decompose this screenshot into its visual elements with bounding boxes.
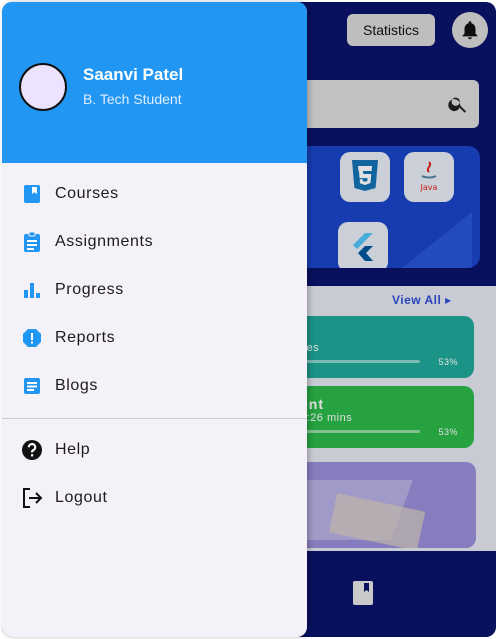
user-role: B. Tech Student (83, 91, 182, 107)
book-icon (20, 182, 44, 206)
menu-item-assignments[interactable]: Assignments (2, 218, 307, 266)
menu-item-courses[interactable]: Courses (2, 170, 307, 218)
menu-item-label: Courses (55, 185, 119, 202)
drawer-header: Saanvi Patel B. Tech Student (2, 2, 307, 163)
menu-item-label: Progress (55, 281, 124, 298)
user-name: Saanvi Patel (83, 65, 184, 84)
menu-item-blogs[interactable]: Blogs (2, 362, 307, 410)
assignment-icon (20, 230, 44, 254)
menu-item-label: Reports (55, 329, 116, 346)
logout-icon (20, 486, 44, 510)
help-icon (20, 438, 44, 462)
menu-item-reports[interactable]: Reports (2, 314, 307, 362)
menu-item-label: Help (55, 441, 91, 458)
menu-item-label: Blogs (55, 377, 99, 394)
avatar[interactable] (19, 63, 67, 111)
menu-item-logout[interactable]: Logout (2, 474, 307, 522)
menu-divider (2, 418, 307, 419)
menu-item-help[interactable]: Help (2, 426, 307, 474)
bar-chart-icon (20, 278, 44, 302)
article-icon (20, 374, 44, 398)
menu-item-progress[interactable]: Progress (2, 266, 307, 314)
navigation-drawer: Saanvi Patel B. Tech Student Courses Ass… (2, 2, 307, 637)
menu-item-label: Assignments (55, 233, 154, 250)
alert-icon (20, 326, 44, 350)
menu-item-label: Logout (55, 489, 108, 506)
